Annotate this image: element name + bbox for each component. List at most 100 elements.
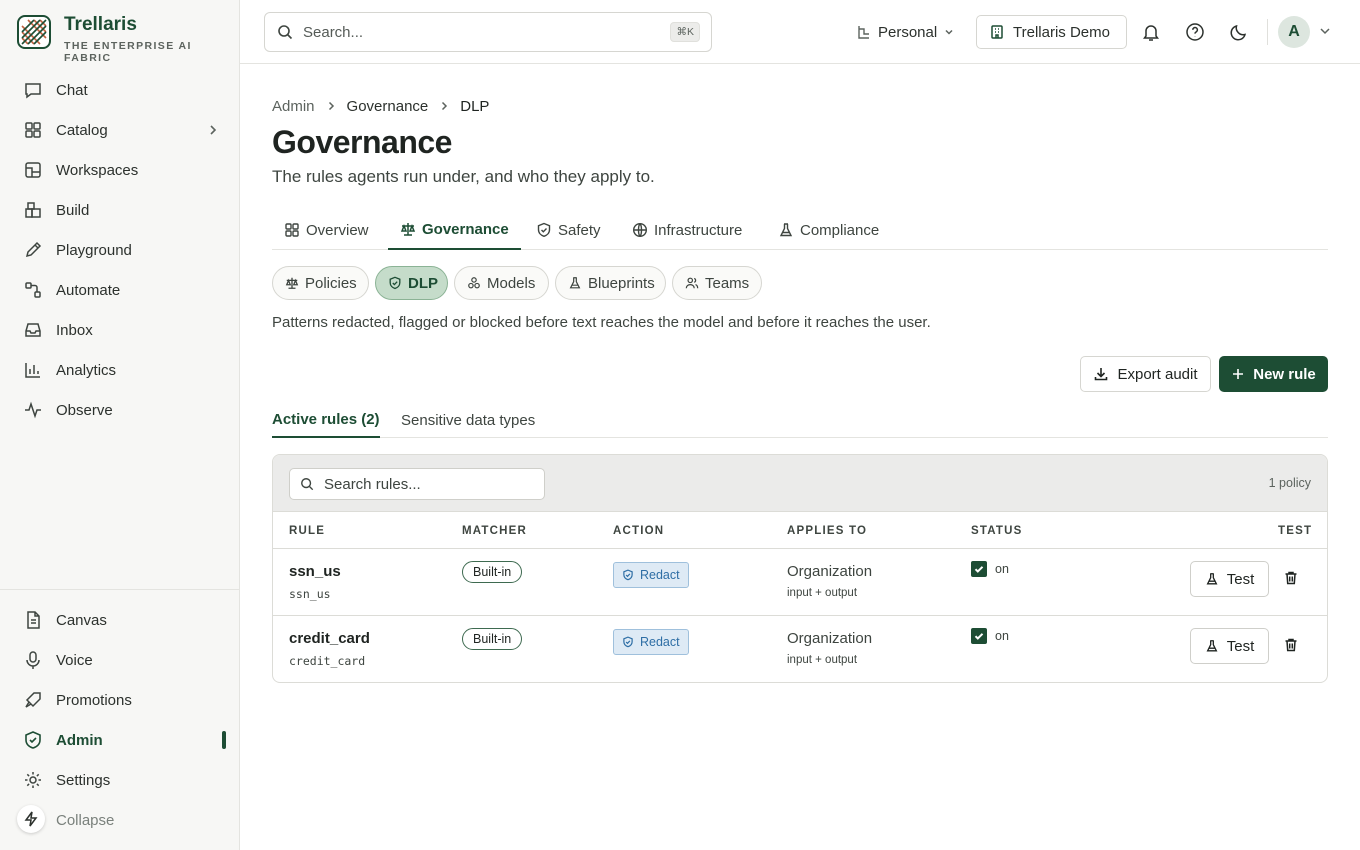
- pill-blueprints[interactable]: Blueprints: [555, 266, 666, 300]
- section-tabs: Overview Governance Safety Infrastructur…: [272, 210, 1328, 250]
- test-label: Test: [1226, 570, 1255, 588]
- column-header-rule[interactable]: RULE: [289, 512, 325, 549]
- tab-safety[interactable]: Safety: [524, 210, 613, 250]
- sidebar-item-admin[interactable]: Admin: [16, 722, 226, 758]
- applies-scope: input + output: [787, 587, 858, 599]
- brand[interactable]: Trellaris THE ENTERPRISE AI FABRIC: [16, 14, 239, 64]
- trash-icon[interactable]: [1283, 570, 1299, 586]
- pill-label: Models: [487, 274, 536, 292]
- new-rule-label: New rule: [1253, 365, 1316, 383]
- column-header-matcher[interactable]: MATCHER: [462, 512, 527, 549]
- pill-label: DLP: [408, 274, 438, 292]
- download-icon: [1093, 366, 1109, 382]
- rules-search-input[interactable]: [324, 475, 524, 493]
- subtab-sensitive-data-types[interactable]: Sensitive data types: [401, 402, 535, 438]
- column-header-action[interactable]: ACTION: [613, 512, 664, 549]
- global-search[interactable]: ⌘K: [264, 12, 712, 52]
- tab-overview[interactable]: Overview: [272, 210, 381, 250]
- trash-icon[interactable]: [1283, 637, 1299, 653]
- rule-id: credit_card: [289, 654, 366, 668]
- workspace-label: Personal: [878, 23, 938, 41]
- shield-check-icon: [622, 636, 634, 648]
- bell-icon[interactable]: [1139, 20, 1163, 44]
- pill-teams[interactable]: Teams: [672, 266, 762, 300]
- sidebar-item-label: Settings: [56, 771, 111, 789]
- new-rule-button[interactable]: New rule: [1219, 356, 1328, 392]
- sidebar-item-label: Canvas: [56, 611, 107, 629]
- sidebar-collapse-button[interactable]: Collapse: [16, 802, 226, 838]
- pill-models[interactable]: Models: [454, 266, 549, 300]
- policy-count: 1 policy: [1268, 476, 1311, 490]
- microphone-icon: [22, 649, 44, 671]
- sidebar-item-chat[interactable]: Chat: [16, 72, 226, 108]
- table-row[interactable]: ssn_us ssn_us Built-in Redact Organizati…: [273, 549, 1327, 616]
- globe-icon: [632, 222, 648, 238]
- workflow-icon: [22, 279, 44, 301]
- chevron-right-icon: [325, 100, 337, 112]
- inbox-icon: [22, 319, 44, 341]
- chevron-down-icon[interactable]: [1318, 24, 1332, 38]
- pill-policies[interactable]: Policies: [272, 266, 369, 300]
- grid-icon: [284, 222, 300, 238]
- tab-governance[interactable]: Governance: [388, 210, 521, 250]
- action-label: Redact: [640, 635, 680, 649]
- export-audit-button[interactable]: Export audit: [1080, 356, 1211, 392]
- workspace-select[interactable]: Personal: [856, 20, 955, 44]
- pill-label: Blueprints: [588, 274, 655, 292]
- subtab-active-rules[interactable]: Active rules (2): [272, 402, 380, 438]
- chevron-right-icon: [206, 123, 220, 137]
- shield-icon: [22, 729, 44, 751]
- column-header-applies-to[interactable]: APPLIES TO: [787, 512, 867, 549]
- sidebar-item-label: Chat: [56, 81, 88, 99]
- test-rule-button[interactable]: Test: [1190, 561, 1269, 597]
- column-header-test[interactable]: TEST: [1278, 512, 1312, 549]
- search-input[interactable]: [303, 23, 643, 41]
- sidebar-item-label: Inbox: [56, 321, 93, 339]
- sidebar-item-inbox[interactable]: Inbox: [16, 312, 226, 348]
- applies-to: Organization: [787, 563, 873, 580]
- sidebar-item-workspaces[interactable]: Workspaces: [16, 152, 226, 188]
- tab-infrastructure[interactable]: Infrastructure: [620, 210, 754, 250]
- tab-label: Governance: [422, 220, 509, 238]
- sidebar-item-canvas[interactable]: Canvas: [16, 602, 226, 638]
- tab-compliance[interactable]: Compliance: [766, 210, 891, 250]
- workspaces-icon: [22, 159, 44, 181]
- page-subtitle: The rules agents run under, and who they…: [272, 167, 655, 186]
- checkbox-checked[interactable]: [971, 628, 987, 644]
- sidebar: Trellaris THE ENTERPRISE AI FABRIC Chat …: [0, 0, 240, 850]
- chat-bubble-icon: [22, 79, 44, 101]
- breadcrumb-admin[interactable]: Admin: [272, 98, 315, 115]
- bolt-icon[interactable]: [17, 805, 45, 833]
- test-label: Test: [1226, 637, 1255, 655]
- status-toggle[interactable]: on: [971, 561, 1009, 577]
- checkbox-checked[interactable]: [971, 561, 987, 577]
- sidebar-item-playground[interactable]: Playground: [16, 232, 226, 268]
- sidebar-item-analytics[interactable]: Analytics: [16, 352, 226, 388]
- test-rule-button[interactable]: Test: [1190, 628, 1269, 664]
- status-toggle[interactable]: on: [971, 628, 1009, 644]
- help-icon[interactable]: [1183, 20, 1207, 44]
- breadcrumb-governance[interactable]: Governance: [347, 98, 429, 115]
- topbar: ⌘K Personal Trellaris Demo A: [240, 0, 1360, 64]
- rules-search[interactable]: [289, 468, 545, 500]
- brand-name: Trellaris: [64, 14, 137, 35]
- matcher-badge: Built-in: [462, 628, 523, 650]
- sidebar-item-settings[interactable]: Settings: [16, 762, 226, 798]
- sidebar-item-build[interactable]: Build: [16, 192, 226, 228]
- pill-dlp[interactable]: DLP: [375, 266, 448, 300]
- org-switcher-button[interactable]: Trellaris Demo: [976, 15, 1127, 49]
- trellaris-logo: [16, 14, 52, 50]
- sidebar-item-promotions[interactable]: Promotions: [16, 682, 226, 718]
- blocks-icon: [22, 199, 44, 221]
- moon-icon[interactable]: [1227, 20, 1251, 44]
- column-header-status[interactable]: STATUS: [971, 512, 1023, 549]
- sidebar-item-automate[interactable]: Automate: [16, 272, 226, 308]
- action-badge: Redact: [613, 562, 689, 588]
- sidebar-item-voice[interactable]: Voice: [16, 642, 226, 678]
- table-row[interactable]: credit_card credit_card Built-in Redact …: [273, 616, 1327, 682]
- avatar[interactable]: A: [1278, 16, 1310, 48]
- sidebar-item-observe[interactable]: Observe: [16, 392, 226, 428]
- sidebar-item-label: Workspaces: [56, 161, 139, 179]
- flask-icon: [1205, 572, 1219, 586]
- sidebar-item-catalog[interactable]: Catalog: [16, 112, 226, 148]
